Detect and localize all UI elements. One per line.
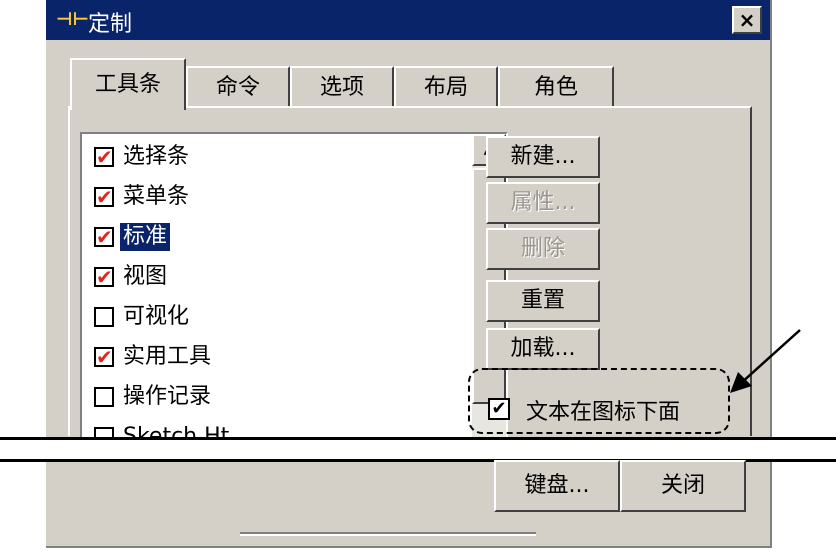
tab-toolbars[interactable]: 工具条 <box>70 58 186 110</box>
